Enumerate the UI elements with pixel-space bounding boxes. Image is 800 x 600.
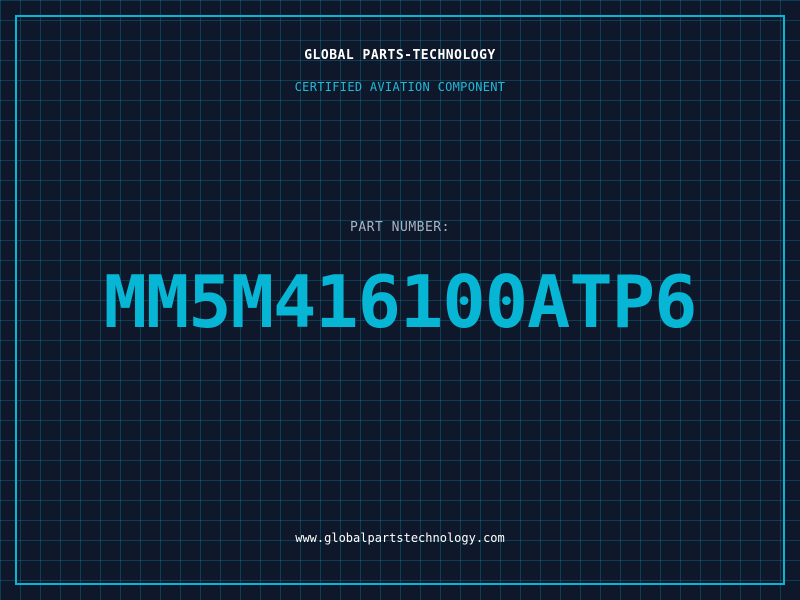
website-url: www.globalpartstechnology.com [295, 531, 505, 545]
company-name: GLOBAL PARTS-TECHNOLOGY [304, 48, 496, 63]
tagline: CERTIFIED AVIATION COMPONENT [294, 80, 506, 94]
part-number-label: PART NUMBER: [350, 220, 450, 235]
part-number: MM5M416100ATP6 [103, 260, 698, 344]
